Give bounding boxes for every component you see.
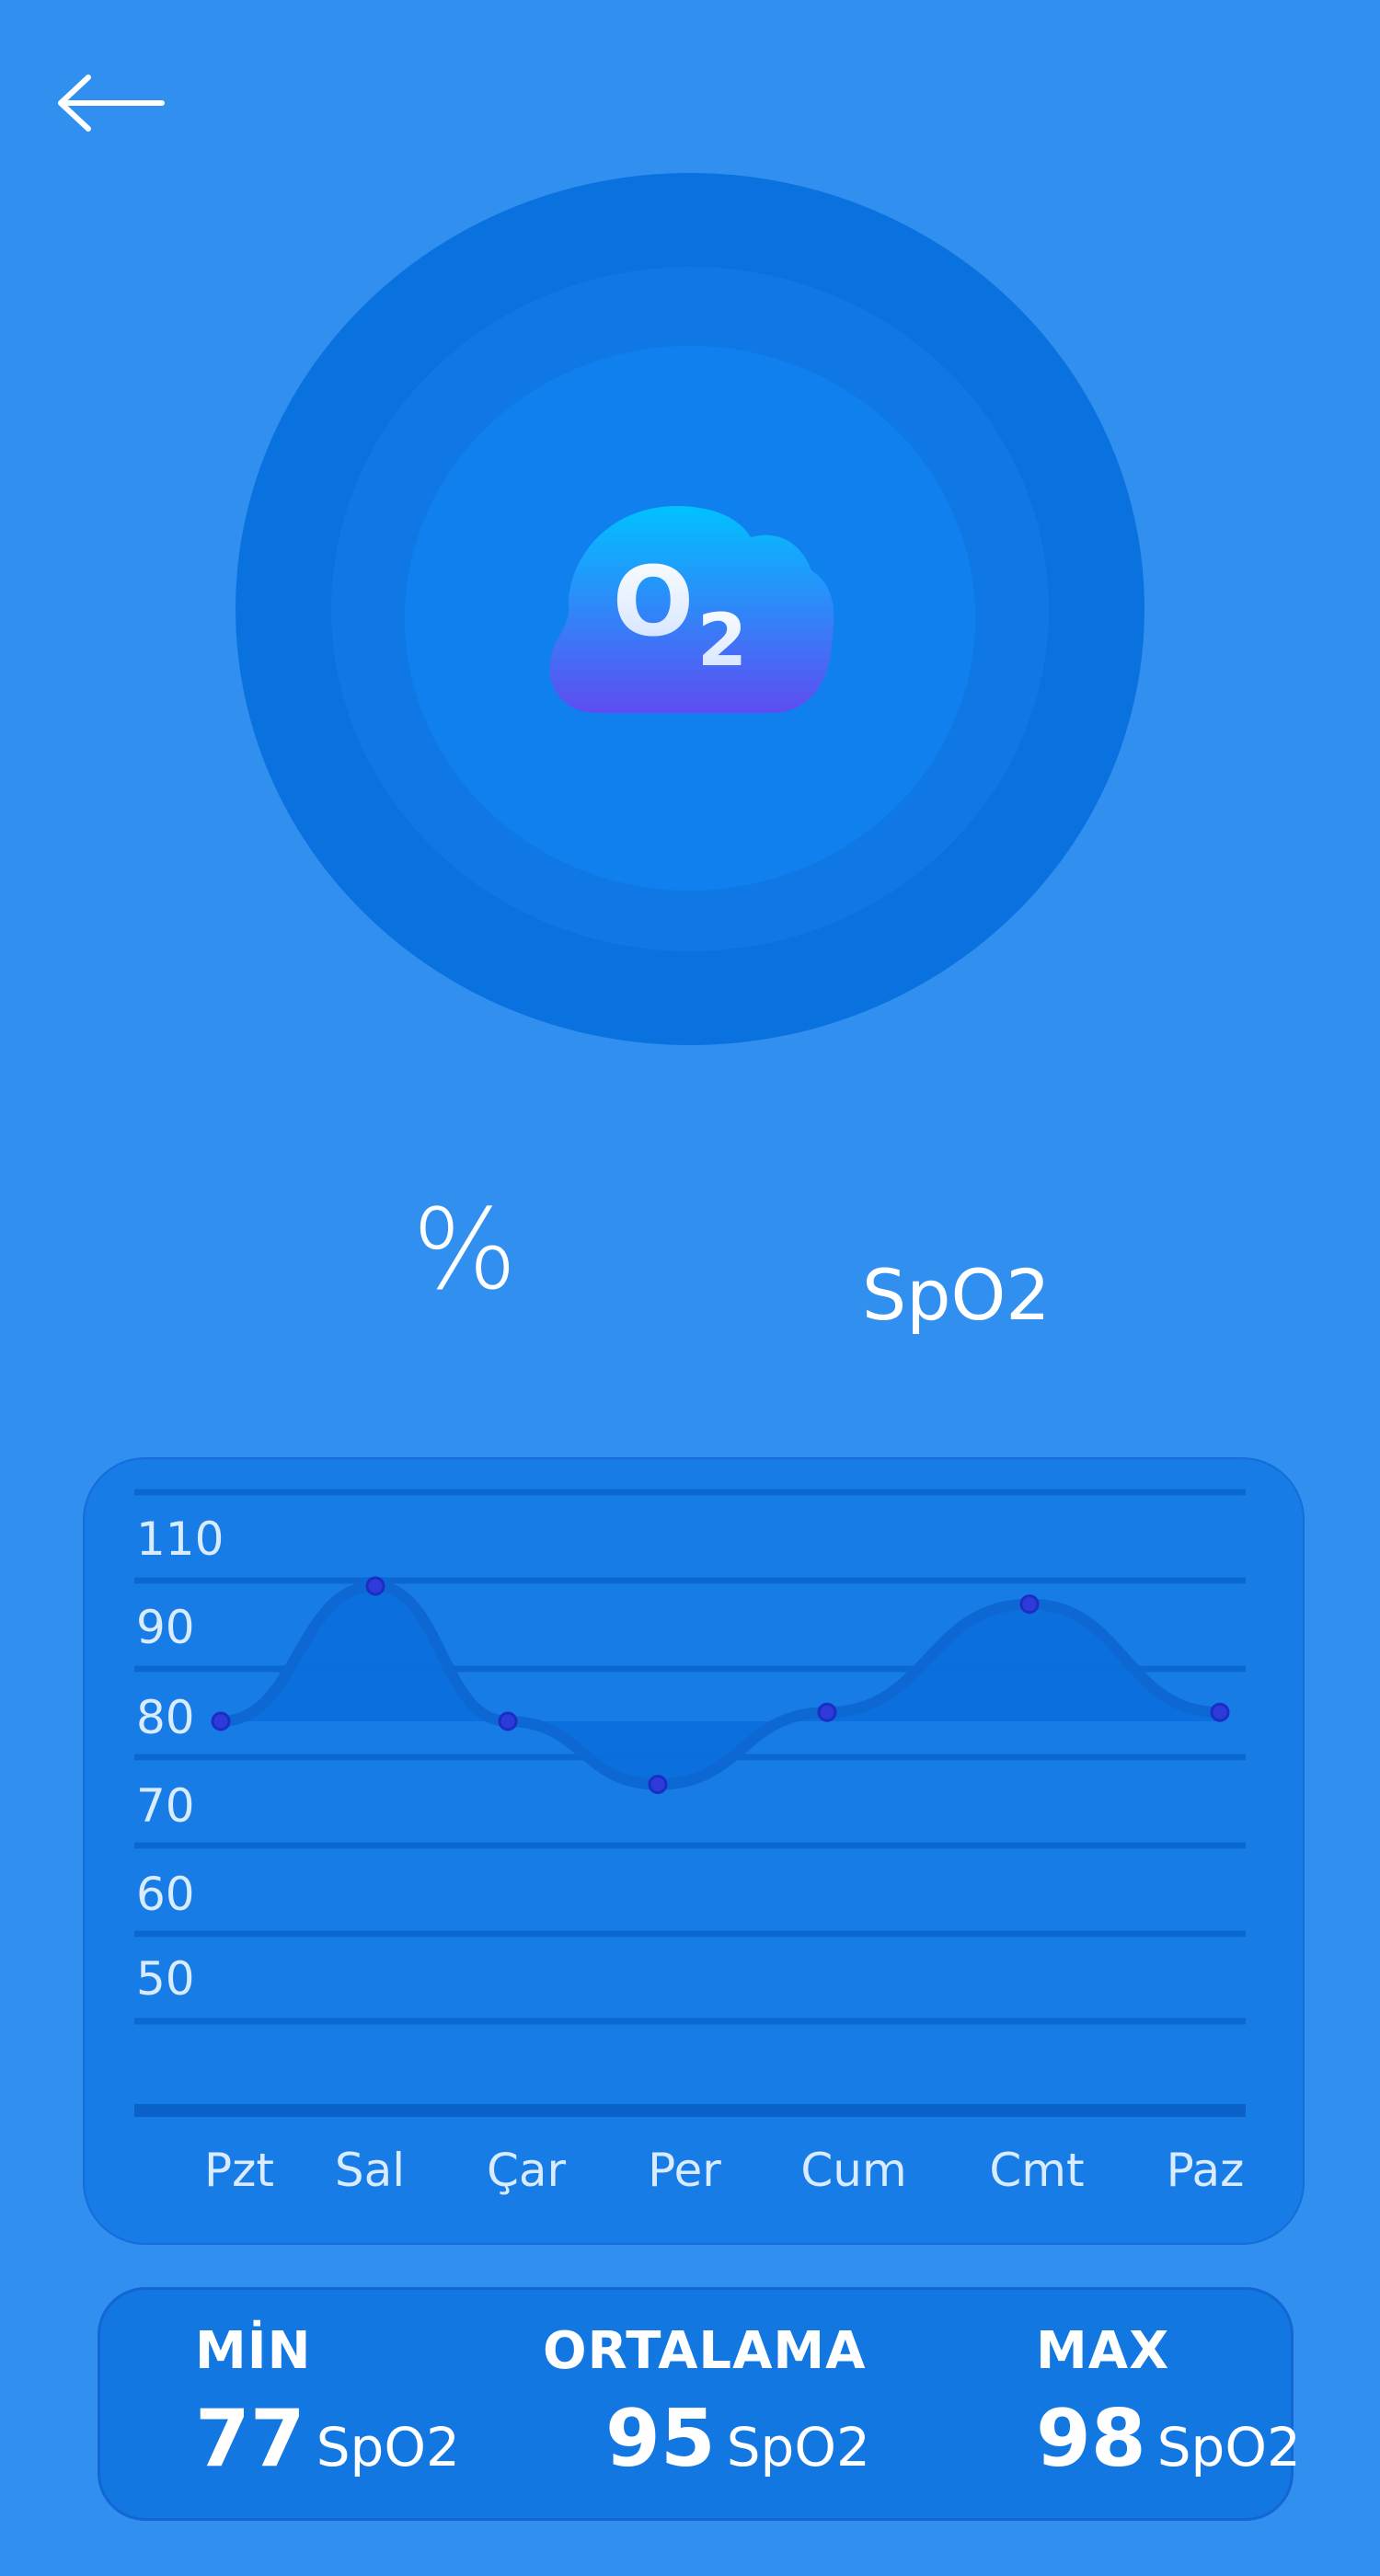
data-point — [211, 1711, 231, 1731]
spo2-unit-label: SpO2 — [862, 1254, 1051, 1336]
y-tick-label: 110 — [136, 1512, 224, 1566]
stat-min-value: 77 — [195, 2393, 305, 2485]
x-tick-label: Cmt — [989, 2144, 1084, 2197]
data-point — [817, 1702, 837, 1722]
x-tick-label: Çar — [487, 2144, 567, 2197]
stat-average-label: ORTALAMA — [543, 2321, 867, 2381]
stat-max: MAX 98 SpO2 — [1036, 2321, 1301, 2479]
data-point — [365, 1576, 385, 1596]
x-tick-label: Sal — [335, 2144, 405, 2197]
stats-summary: MİN 77 SpO2 ORTALAMA 95 SpO2 MAX 98 SpO2 — [98, 2287, 1301, 2521]
data-point — [648, 1775, 668, 1795]
stat-average-unit: SpO2 — [726, 2416, 870, 2478]
y-tick-label: 80 — [136, 1691, 195, 1744]
svg-text:O: O — [613, 546, 694, 658]
stat-min-unit: SpO2 — [316, 2416, 460, 2478]
stat-max-value: 98 — [1036, 2393, 1146, 2485]
percent-sign: % — [412, 1187, 518, 1315]
chart-canvas: 110 90 80 70 60 50 Pzt Sal Çar Per Cum Cmt Paz — [134, 1489, 1246, 2197]
y-tick-label: 50 — [136, 1952, 195, 2006]
x-tick-label: Cum — [800, 2144, 906, 2197]
x-tick-label: Pzt — [204, 2144, 274, 2197]
y-tick-label: 90 — [136, 1601, 195, 1654]
spo2-weekly-chart: 110 90 80 70 60 50 Pzt Sal Çar Per Cum Cmt Paz — [83, 1457, 1305, 2245]
y-tick-label: 70 — [136, 1779, 195, 1833]
data-point — [498, 1711, 518, 1731]
data-point — [1019, 1594, 1040, 1615]
data-point — [1210, 1702, 1230, 1722]
stat-min: MİN 77 SpO2 — [195, 2321, 460, 2479]
o2-cloud-icon: O 2 — [549, 505, 834, 713]
stat-max-unit: SpO2 — [1156, 2416, 1301, 2478]
svg-text:2: 2 — [697, 600, 747, 683]
stat-max-label: MAX — [1036, 2321, 1170, 2381]
stat-min-label: MİN — [195, 2321, 312, 2381]
y-tick-label: 60 — [136, 1868, 195, 1921]
stat-average: ORTALAMA 95 SpO2 — [543, 2321, 870, 2479]
x-tick-label: Paz — [1167, 2144, 1245, 2197]
x-tick-label: Per — [648, 2144, 721, 2197]
stat-average-value: 95 — [605, 2393, 716, 2485]
